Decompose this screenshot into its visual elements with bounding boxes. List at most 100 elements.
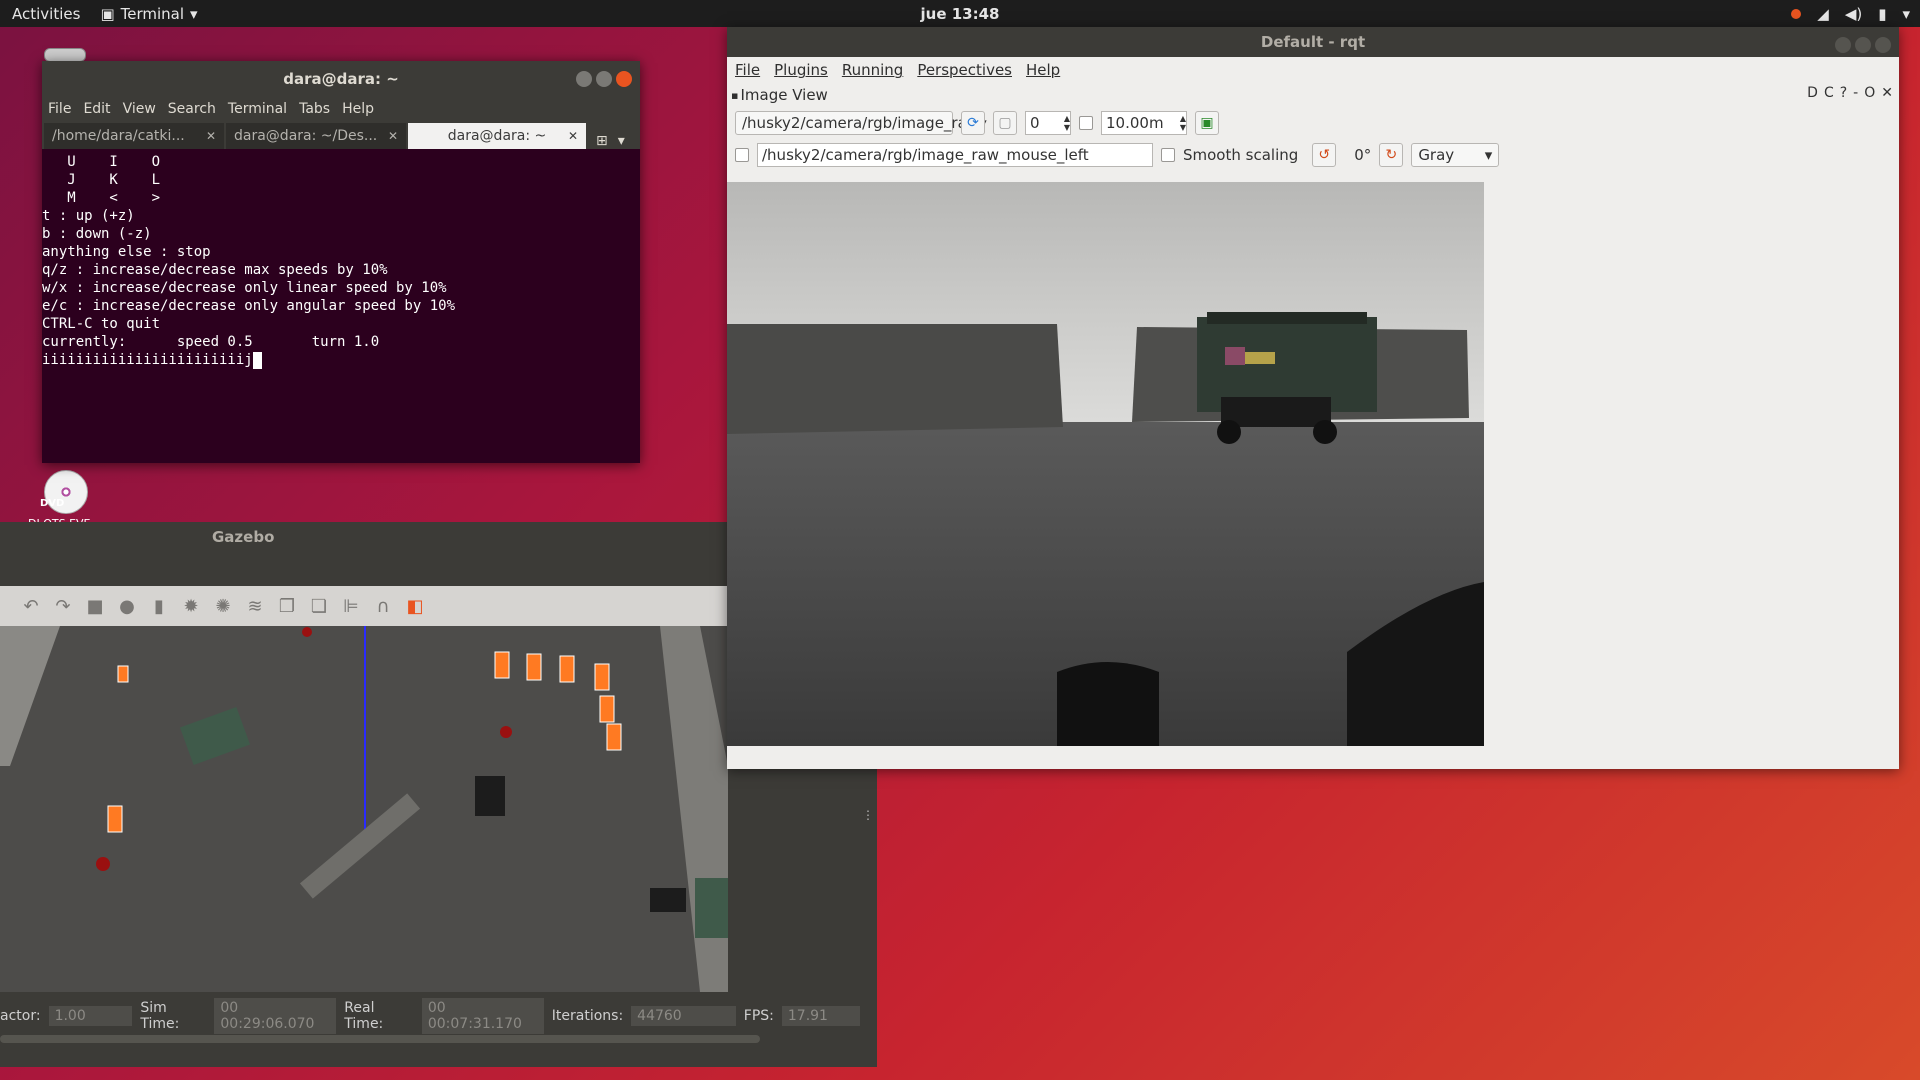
terminal-line: U I O <box>42 154 161 170</box>
menu-running[interactable]: Running <box>842 61 903 79</box>
terminal-tab-active[interactable]: dara@dara: ~ ✕ <box>408 123 586 149</box>
close-icon[interactable]: ✕ <box>568 129 578 143</box>
menu-search[interactable]: Search <box>168 101 216 117</box>
activities-button[interactable]: Activities <box>12 5 80 23</box>
save-image-button[interactable]: ▣ <box>1195 111 1219 135</box>
panel-resize-handle[interactable]: ⋮ <box>862 808 874 822</box>
terminal-line: J K L <box>42 172 161 188</box>
refresh-topics-button[interactable]: ⟳ <box>961 111 985 135</box>
terminal-line: anything else : stop <box>42 244 211 260</box>
smooth-scaling-label: Smooth scaling <box>1183 146 1299 164</box>
box-shape-icon[interactable]: ■ <box>84 595 106 617</box>
maximize-icon[interactable] <box>596 71 612 87</box>
real-time-factor-label: actor: <box>0 1008 41 1024</box>
topic-select[interactable]: /husky2/camera/rgb/image_raw ▾ <box>735 111 987 135</box>
real-time-factor-value: 1.00 <box>48 1006 133 1026</box>
rotate-right-button[interactable]: ↻ <box>1379 143 1404 167</box>
redo-icon[interactable]: ↷ <box>52 595 74 617</box>
gazebo-3d-scene[interactable] <box>0 626 728 992</box>
gazebo-statusbar: actor: 1.00 Sim Time: 00 00:29:06.070 Re… <box>0 998 861 1034</box>
rotation-value: 0° <box>1354 146 1372 164</box>
drive-desktop-icon[interactable] <box>44 48 86 62</box>
tab-label: dara@dara: ~/Des... <box>234 128 378 144</box>
sim-time-value: 00 00:29:06.070 <box>214 998 337 1034</box>
gazebo-scrollbar[interactable] <box>0 1035 760 1043</box>
undo-icon[interactable]: ↶ <box>20 595 42 617</box>
menu-plugins[interactable]: Plugins <box>774 61 828 79</box>
menu-edit[interactable]: Edit <box>83 101 110 117</box>
chevron-down-icon: ▾ <box>1902 4 1910 23</box>
terminal-tab[interactable]: dara@dara: ~/Des... ✕ <box>226 123 406 149</box>
terminal-line: M < > <box>42 190 161 206</box>
rqt-menubar: File Plugins Running Perspectives Help <box>727 57 1899 83</box>
notification-dot-icon <box>1791 8 1802 19</box>
dynamic-range-checkbox[interactable] <box>1079 116 1093 130</box>
copy-icon[interactable]: ❐ <box>276 595 298 617</box>
reload-button[interactable]: C <box>1824 85 1834 101</box>
paste-icon[interactable]: ❏ <box>308 595 330 617</box>
minimize-icon[interactable] <box>576 71 592 87</box>
color-scheme-select[interactable]: Gray ▾ <box>1411 143 1500 167</box>
directional-light-icon[interactable]: ≋ <box>244 595 266 617</box>
image-view-options: /husky2/camera/rgb/image_raw_mouse_left … <box>727 139 1899 171</box>
fps-label: FPS: <box>743 1008 774 1024</box>
help-button[interactable]: ? <box>1840 85 1847 101</box>
top-bar: Activities ▣ Terminal ▾ jue 13:48 ◢ ◀) ▮… <box>0 0 1920 27</box>
close-icon[interactable] <box>616 71 632 87</box>
terminal-tab[interactable]: /home/dara/catki... ✕ <box>44 123 224 149</box>
tab-label: dara@dara: ~ <box>447 128 547 144</box>
dock-button[interactable]: D <box>1807 85 1818 101</box>
rotate-left-button[interactable]: ↺ <box>1312 143 1337 167</box>
menu-tabs[interactable]: Tabs <box>299 101 330 117</box>
pause-button[interactable]: ▢ <box>993 111 1017 135</box>
system-tray[interactable]: ◢ ◀) ▮ ▾ <box>1791 5 1910 23</box>
align-icon[interactable]: ⊫ <box>340 595 362 617</box>
image-spin-box[interactable]: 0 ▲ ▼ <box>1025 111 1071 135</box>
text-cursor <box>252 352 262 369</box>
cylinder-shape-icon[interactable]: ▮ <box>148 595 170 617</box>
menu-help[interactable]: Help <box>342 101 374 117</box>
color-icon[interactable]: ◧ <box>404 595 426 617</box>
spot-light-icon[interactable]: ✺ <box>212 595 234 617</box>
clock[interactable]: jue 13:48 <box>921 5 1000 23</box>
menu-perspectives[interactable]: Perspectives <box>917 61 1012 79</box>
rqt-title: Default - rqt <box>1260 33 1366 51</box>
sim-time-label: Sim Time: <box>140 1000 180 1032</box>
menu-terminal[interactable]: Terminal <box>228 101 287 117</box>
menu-file[interactable]: File <box>735 61 760 79</box>
terminal-line: currently: speed 0.5 turn 1.0 <box>42 334 380 350</box>
close-plugin-button[interactable]: ✕ <box>1881 85 1893 101</box>
fps-value: 17.91 <box>781 1006 861 1026</box>
close-icon[interactable]: ✕ <box>206 129 216 143</box>
terminal-output[interactable]: U I O J K L M < > t : up (+z) b : down (-z… <box>42 149 640 369</box>
point-light-icon[interactable]: ✹ <box>180 595 202 617</box>
new-tab-icon[interactable]: ⊞ <box>596 133 608 149</box>
minimize-button[interactable]: - <box>1853 85 1858 101</box>
maximize-icon[interactable] <box>1855 37 1871 53</box>
terminal-line: t : up (+z) <box>42 208 135 224</box>
plugin-header: ▪ Image View D C ? - O ✕ <box>727 83 1899 107</box>
close-icon[interactable]: ✕ <box>388 129 398 143</box>
menu-file[interactable]: File <box>48 101 71 117</box>
publish-click-checkbox[interactable] <box>735 148 749 162</box>
menu-view[interactable]: View <box>123 101 156 117</box>
plugin-grip-icon[interactable]: ▪ <box>731 89 738 102</box>
minimize-icon[interactable] <box>1835 37 1851 53</box>
mouse-topic-input[interactable]: /husky2/camera/rgb/image_raw_mouse_left <box>757 143 1153 167</box>
max-range-spin-box[interactable]: 10.00m ▲ ▼ <box>1101 111 1187 135</box>
camera-image[interactable] <box>727 182 1484 746</box>
close-icon[interactable] <box>1875 37 1891 53</box>
app-menu[interactable]: ▣ Terminal ▾ <box>100 5 197 23</box>
smooth-scaling-checkbox[interactable] <box>1161 148 1175 162</box>
real-time-label: Real Time: <box>344 1000 384 1032</box>
sphere-shape-icon[interactable]: ● <box>116 595 138 617</box>
gazebo-toolbar: ↶ ↷ ■ ● ▮ ✹ ✺ ≋ ❐ ❏ ⊫ ∩ ◧ <box>0 586 728 626</box>
float-button[interactable]: O <box>1864 85 1875 101</box>
menu-help[interactable]: Help <box>1026 61 1060 79</box>
magnet-icon[interactable]: ∩ <box>372 595 394 617</box>
tab-label: /home/dara/catki... <box>52 128 185 144</box>
window-controls <box>576 71 632 87</box>
chevron-down-icon[interactable]: ▾ <box>618 133 625 149</box>
rqt-window: Default - rqt File Plugins Running Persp… <box>727 27 1899 769</box>
terminal-app-icon: ▣ <box>100 4 115 23</box>
